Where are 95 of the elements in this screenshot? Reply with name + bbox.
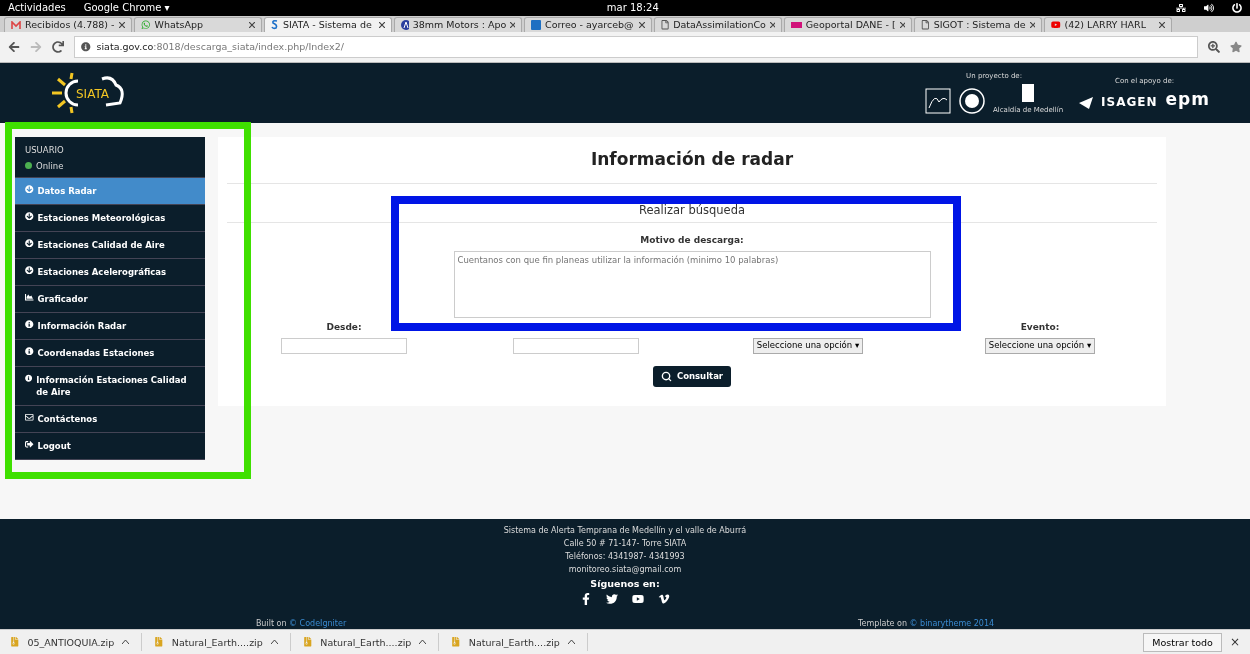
credit-link[interactable]: © binarytheme 2014 [909,619,995,629]
download-icon [25,184,34,194]
field-label: Motivo de descarga: [640,234,744,246]
siata-logo: SIATA [50,70,130,115]
download-icon [25,265,34,275]
app-menu[interactable]: Google Chrome ▾ [83,2,170,14]
sidebar-item[interactable]: Datos Radar [15,177,205,205]
close-icon[interactable] [899,21,905,28]
footer-text: Sistema de Alerta Temprana de Medellín y el valle de Aburrá [503,526,747,536]
power-icon[interactable] [1232,2,1242,13]
follow-label: Síguenos en: [590,578,660,590]
archive-icon [154,637,164,647]
browser-tab[interactable]: Recibidos (4.788) - [4,16,132,32]
s-logo-icon [271,19,279,31]
close-button[interactable]: × [1229,635,1240,650]
input-field[interactable] [513,337,639,354]
browser-tab[interactable]: DataAssimilationCo [654,16,782,32]
flag-icon [791,21,802,28]
info-icon [25,373,33,383]
star-icon[interactable] [1230,40,1242,53]
close-icon[interactable] [1159,21,1165,28]
field-label: Desde: [326,321,362,332]
browser-tab[interactable]: 38mm Motors : Apo [394,16,522,32]
show-all-button[interactable]: Mostrar todo [1143,632,1222,652]
option-dropdown[interactable]: Seleccione una opción ▾ [984,337,1096,354]
download-item[interactable]: 05_ANTIOQUIA.zip [10,633,143,652]
search-icon [660,370,672,382]
page-icon [921,20,930,30]
seal-logo [959,87,986,114]
caret-icon [567,640,575,645]
info-icon [25,319,34,329]
close-icon[interactable] [249,21,255,28]
network-icon[interactable] [1176,2,1186,13]
download-icon [25,238,34,248]
close-icon[interactable] [379,21,385,28]
logout-icon [25,439,34,449]
signature-logo [925,87,952,114]
zoom-icon[interactable] [1208,40,1220,53]
caret-icon [419,640,427,645]
triangle-logo [1079,96,1094,109]
download-item[interactable]: Natural_Earth....zip [302,633,440,652]
page-icon [661,20,670,30]
credit-link[interactable]: © CodeIgniter [289,619,347,629]
close-icon[interactable] [1029,21,1035,28]
close-icon[interactable] [119,21,125,28]
reload-icon[interactable] [52,40,64,53]
section-title: Realizar búsqueda [638,201,745,219]
browser-tab[interactable]: SIATA - Sistema de [264,16,392,32]
twitter-icon[interactable] [606,593,618,606]
browser-tab[interactable]: SIGOT : Sistema de [914,16,1042,32]
youtube-icon[interactable] [632,593,644,606]
field-label: Evento: [1020,321,1060,332]
archive-icon [302,637,313,647]
sponsor-logo: epm [1165,88,1210,109]
close-icon[interactable] [769,21,775,28]
address-bar[interactable]: siata.gov.co:8018/descarga_siata/index.php/Index2/ [74,35,1198,58]
back-icon[interactable] [8,40,20,53]
download-icon [25,211,34,221]
close-icon[interactable] [510,21,515,28]
volume-icon[interactable] [1204,2,1214,13]
browser-tab[interactable]: WhatsApp [134,16,262,32]
chat-icon [141,20,151,30]
facebook-icon[interactable] [580,593,592,606]
chart-icon [25,292,34,302]
credit-text: Template on © binarytheme 2014 [857,619,995,629]
circle-icon [401,19,409,30]
status-text: Online [36,160,64,171]
input-field[interactable] [281,337,407,354]
status-dot [25,162,32,170]
caret-icon [270,640,278,645]
close-icon[interactable] [639,21,645,28]
option-dropdown[interactable]: Seleccione una opción ▾ [752,337,864,354]
user-label: USUARIO [25,144,65,155]
browser-tab[interactable]: Geoportal DANE - [ [784,16,912,32]
activities-button[interactable]: Actividades [8,2,66,14]
footer-text: Teléfonos: 4341987- 4341993 [565,552,685,562]
download-item[interactable]: Natural_Earth....zip [154,633,291,652]
clock: mar 18:24 [606,2,659,14]
caret-icon [122,640,130,645]
page-title: Información de radar [590,148,794,169]
vimeo-icon[interactable] [658,593,670,606]
download-item[interactable]: Natural_Earth....zip [451,633,588,652]
sponsor-logo: ISAGEN [1101,94,1158,109]
video-icon [1051,20,1061,30]
footer-text: Calle 50 # 71-147- Torre SIATA [563,539,687,549]
info-icon [81,42,91,52]
archive-icon [10,637,20,647]
browser-tab[interactable]: Correo - ayarceb@ [524,16,652,32]
footer-text: monitoreo.siata@gmail.com [568,565,682,575]
credit-text: Built on © CodeIgniter [255,619,347,629]
archive-icon [451,637,461,647]
search-button[interactable]: Consultar [652,365,732,387]
reason-field[interactable]: Cuentanos con que fin planeas utilizar la información (minimo 10 palabras) [453,250,931,318]
browser-tab[interactable]: (42) LARRY HARL [1044,16,1172,32]
info-icon [25,346,34,356]
